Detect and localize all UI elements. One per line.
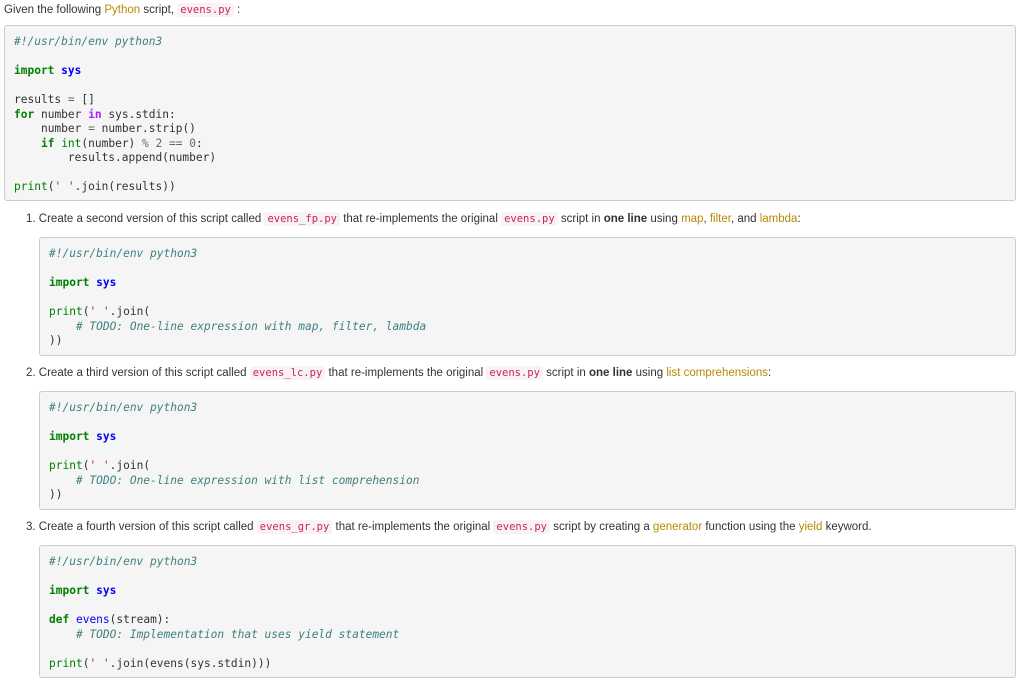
inline-code-evens-gr: evens_gr.py xyxy=(256,520,333,534)
inline-code-evens: evens.py xyxy=(493,520,550,534)
yield-link[interactable]: yield xyxy=(799,521,823,533)
lambda-link[interactable]: lambda xyxy=(760,213,798,225)
main-code-block: #!/usr/bin/env python3 import sys result… xyxy=(4,25,1016,201)
filter-link[interactable]: filter xyxy=(710,213,731,225)
inline-code-evens: evens.py xyxy=(177,3,234,17)
inline-code-evens-lc: evens_lc.py xyxy=(249,366,326,380)
inline-code-evens: evens.py xyxy=(501,212,558,226)
code-block-lc: #!/usr/bin/env python3 import sys print(… xyxy=(39,391,1016,510)
intro-text: Given the following Python script, evens… xyxy=(4,3,241,17)
code-block-gr: #!/usr/bin/env python3 import sys def ev… xyxy=(39,545,1016,678)
inline-code-evens-fp: evens_fp.py xyxy=(264,212,340,226)
question-2: 2. Create a third version of this script… xyxy=(26,366,772,380)
python-link[interactable]: Python xyxy=(104,4,140,16)
list-comprehensions-link[interactable]: list comprehensions xyxy=(666,367,768,379)
map-link[interactable]: map xyxy=(681,213,703,225)
inline-code-evens: evens.py xyxy=(486,366,543,380)
question-1: 1. Create a second version of this scrip… xyxy=(26,212,801,226)
generator-link[interactable]: generator xyxy=(653,521,702,533)
question-3: 3. Create a fourth version of this scrip… xyxy=(26,520,872,534)
code-block-fp: #!/usr/bin/env python3 import sys print(… xyxy=(39,237,1016,356)
